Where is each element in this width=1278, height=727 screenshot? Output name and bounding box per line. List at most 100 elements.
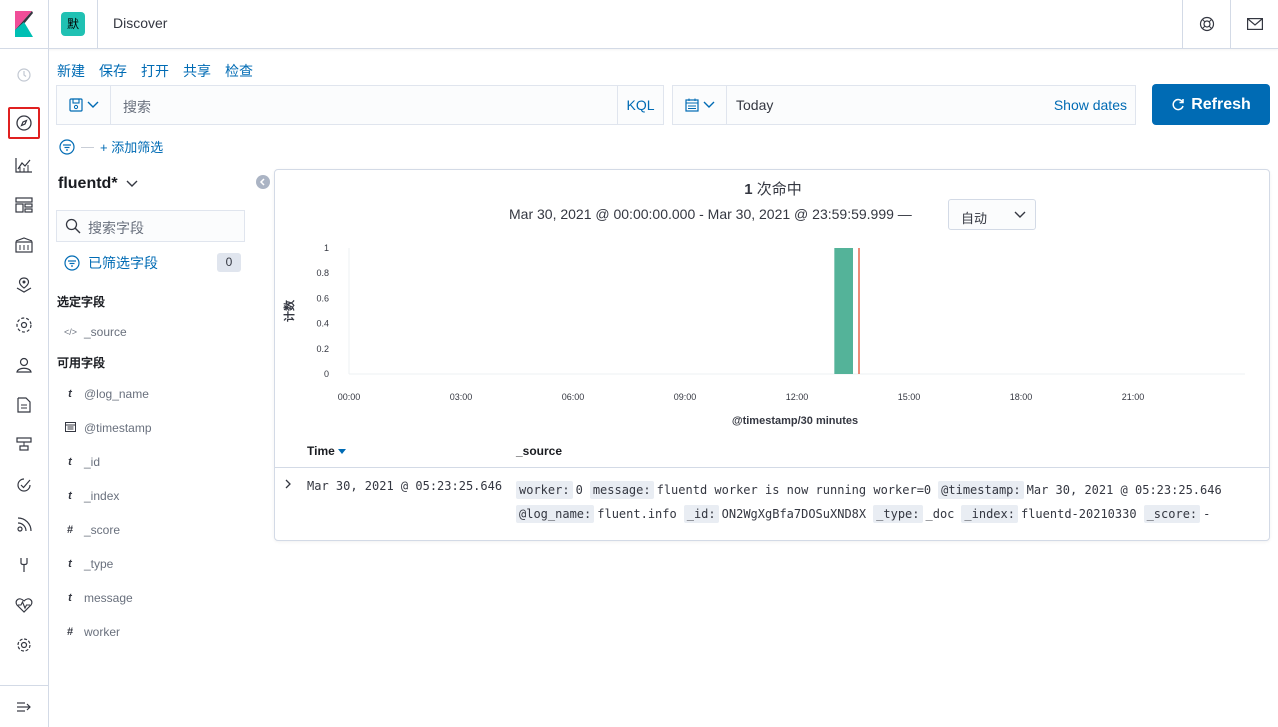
filtered-fields-toggle[interactable]: 已筛选字段: [64, 253, 158, 273]
filter-row: — + 添加筛选: [59, 137, 163, 156]
time-range-text: Mar 30, 2021 @ 00:00:00.000 - Mar 30, 20…: [509, 206, 912, 222]
mail-icon[interactable]: [1230, 0, 1278, 48]
y-tick-label: 0.2: [316, 344, 329, 354]
source-key: _index:: [961, 505, 1018, 523]
field-item-source[interactable]: </> _source: [64, 322, 127, 342]
filter-icon: [59, 138, 75, 155]
source-key: @log_name:: [516, 505, 595, 523]
table-divider: [275, 467, 1269, 468]
quick-select-button[interactable]: [673, 86, 727, 124]
infrastructure-icon[interactable]: [8, 429, 40, 461]
field-item-worker[interactable]: # worker: [64, 622, 120, 642]
time-column-label: Time: [307, 444, 335, 458]
y-tick-label: 0.8: [316, 268, 329, 278]
uptime-icon[interactable]: [8, 509, 40, 541]
field-name: _type: [84, 557, 114, 571]
maps-icon[interactable]: [8, 269, 40, 301]
interval-select[interactable]: 自动: [948, 199, 1036, 230]
x-tick-label: 00:00: [338, 392, 361, 402]
string-type-icon: t: [68, 456, 72, 468]
space-avatar[interactable]: 默: [61, 12, 85, 36]
source-key: _id:: [683, 505, 719, 523]
calendar-icon: [684, 98, 699, 112]
search-icon: [65, 218, 81, 234]
add-filter-button[interactable]: + 添加筛选: [100, 137, 163, 156]
dev-tools-icon[interactable]: [8, 549, 40, 581]
x-tick-label: 12:00: [786, 392, 809, 402]
row-source: worker: 0 message: fluentd worker is now ru…: [516, 478, 1256, 526]
field-item-message[interactable]: t message: [64, 588, 133, 608]
chevron-down-icon: [1014, 211, 1026, 218]
apm-icon[interactable]: [8, 469, 40, 501]
canvas-icon[interactable]: [8, 229, 40, 261]
query-bar: 搜索 KQL: [56, 85, 664, 125]
index-pattern-selector[interactable]: fluentd*: [58, 175, 138, 193]
kql-toggle[interactable]: KQL: [617, 86, 663, 124]
graph-icon[interactable]: [8, 349, 40, 381]
visualize-chart-icon[interactable]: [8, 149, 40, 181]
menu-inspect[interactable]: 检查: [225, 63, 253, 79]
x-tick-label: 18:00: [1010, 392, 1033, 402]
histogram-bar: [834, 248, 853, 374]
number-type-icon: #: [66, 626, 74, 638]
field-name: _score: [84, 523, 121, 537]
histogram-chart[interactable]: 1 0.8 0.6 0.4 0.2 0 00:00 03:00 06:00 09:00 12:00 1…: [275, 238, 1269, 438]
field-name: _source: [84, 325, 127, 339]
field-item-type[interactable]: t _type: [64, 554, 113, 574]
menu-open[interactable]: 打开: [141, 63, 169, 79]
field-item-id[interactable]: t _id: [64, 452, 100, 472]
number-type-icon: #: [66, 524, 74, 536]
field-name: message: [84, 591, 133, 605]
field-name: worker: [84, 625, 121, 639]
filter-divider: —: [81, 139, 94, 154]
chevron-down-icon: [126, 180, 138, 187]
field-item-index[interactable]: t _index: [64, 486, 119, 506]
discover-compass-icon[interactable]: [8, 107, 40, 139]
hits-count: 1 次命中: [275, 178, 1271, 199]
interval-value: 自动: [961, 211, 988, 226]
menu-share[interactable]: 共享: [183, 63, 211, 79]
monitoring-heart-icon[interactable]: [8, 589, 40, 621]
collapse-sidebar-icon[interactable]: [256, 175, 270, 189]
logs-icon[interactable]: [8, 389, 40, 421]
source-key: worker:: [516, 481, 573, 499]
sort-down-icon: [338, 449, 347, 454]
string-type-icon: t: [68, 490, 72, 502]
x-tick-label: 03:00: [450, 392, 473, 402]
dashboard-icon[interactable]: [8, 189, 40, 221]
row-time: Mar 30, 2021 @ 05:23:25.646: [307, 479, 503, 493]
date-value[interactable]: Today: [736, 97, 773, 113]
field-item-score[interactable]: # _score: [64, 520, 120, 540]
source-value: fluentd-20210330: [1020, 507, 1137, 521]
saved-query-button[interactable]: [57, 86, 111, 124]
show-dates-link[interactable]: Show dates: [1054, 97, 1127, 113]
source-value: _doc: [925, 507, 955, 521]
string-type-icon: t: [68, 388, 72, 400]
management-gear-icon[interactable]: [8, 629, 40, 661]
help-icon[interactable]: [1182, 0, 1230, 48]
menu-save[interactable]: 保存: [99, 63, 127, 79]
menu-new[interactable]: 新建: [57, 63, 85, 79]
hits-label: 次命中: [756, 181, 802, 198]
source-value: 0: [575, 483, 583, 497]
y-tick-label: 0: [324, 369, 329, 379]
filter-icon: [64, 255, 80, 271]
field-search-input[interactable]: 搜索字段: [56, 210, 245, 242]
field-name: _id: [84, 455, 101, 469]
selected-fields-heading: 选定字段: [57, 295, 106, 309]
header-divider: [97, 0, 98, 48]
ml-icon[interactable]: [8, 309, 40, 341]
y-axis-title: 计数: [282, 299, 296, 322]
field-item-log-name[interactable]: t @log_name: [64, 384, 149, 404]
source-value: -: [1203, 507, 1211, 521]
kibana-logo[interactable]: [0, 0, 49, 48]
refresh-button[interactable]: Refresh: [1152, 84, 1270, 125]
field-item-timestamp[interactable]: @timestamp: [64, 418, 152, 438]
y-tick-label: 0.6: [316, 293, 329, 303]
x-tick-label: 15:00: [898, 392, 921, 402]
collapse-nav-icon[interactable]: [0, 685, 48, 727]
time-column-header[interactable]: Time: [307, 444, 347, 458]
expand-row-icon[interactable]: [284, 478, 292, 492]
recent-clock-icon[interactable]: [8, 59, 40, 91]
search-input[interactable]: 搜索: [123, 97, 151, 117]
